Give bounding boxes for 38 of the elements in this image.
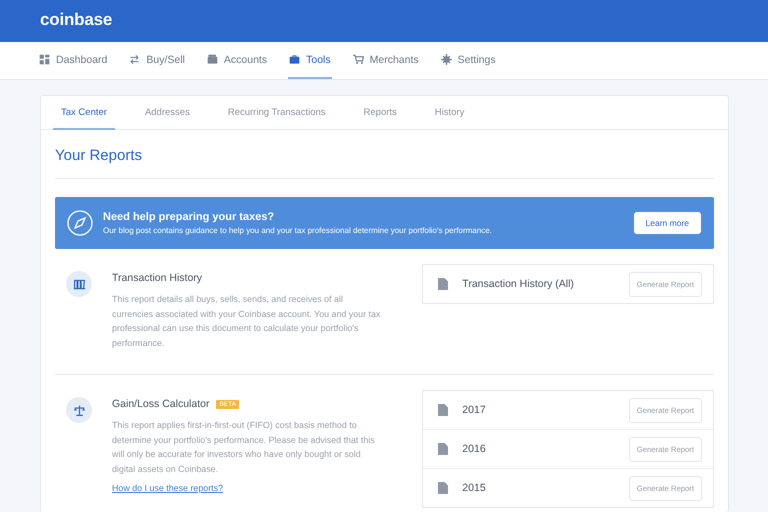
gear-icon: [440, 54, 452, 65]
file-icon: [438, 443, 448, 455]
sub-tab[interactable]: Addresses: [136, 96, 198, 130]
compass-icon: [67, 210, 93, 236]
file-icon: [438, 482, 448, 494]
banner-text: Our blog post contains guidance to help you and your tax professional determine your portfolio's performance.: [103, 226, 493, 235]
logo[interactable]: coinbase: [40, 10, 112, 29]
books-icon: [72, 278, 86, 290]
wallet-icon: [206, 54, 218, 65]
report-name: 2017: [462, 404, 487, 416]
help-link[interactable]: How do I use these reports?: [112, 483, 223, 493]
file-icon: [438, 404, 448, 416]
file-icon: [438, 278, 448, 290]
sub-tab[interactable]: Recurring Transactions: [220, 96, 334, 130]
sub-tab[interactable]: History: [426, 96, 472, 130]
learn-more-button[interactable]: Learn more: [634, 212, 701, 234]
report-name: Transaction History (All): [462, 278, 575, 290]
nav-tab[interactable]: Merchants: [352, 42, 420, 79]
report-description: This report details all buys, sells, sends, and receives of all currencies associated with your Coinbase account. You and your tax professional can use this document to calculate your portfolio's performance.: [112, 293, 382, 350]
report-title: Gain/Loss Calculator: [112, 398, 210, 410]
report-title: Transaction History: [112, 272, 202, 284]
banner-title: Need help preparing your taxes?: [103, 211, 276, 223]
sub-tab[interactable]: Tax Center: [53, 96, 115, 130]
report-description: This report applies first-in-first-out (FIFO) cost basis method to determine your portfolio's performance. Please be advised that this will only be accurate for investors who have only bought or sold digital assets on Coinbase.: [112, 419, 376, 476]
nav-tab[interactable]: Buy/Sell: [128, 42, 186, 79]
scale-icon: [72, 404, 86, 416]
cart-icon: [352, 54, 364, 65]
nav-tab[interactable]: Accounts: [206, 42, 268, 79]
nav-tab[interactable]: Settings: [440, 42, 497, 79]
nav-tab[interactable]: Tools: [288, 42, 332, 79]
report-name: 2015: [462, 482, 487, 494]
report-name: 2016: [462, 443, 487, 455]
grid-icon: [39, 54, 50, 65]
page-heading: Your Reports: [54, 146, 143, 166]
nav-tab[interactable]: Dashboard: [38, 42, 108, 79]
briefcase-icon: [289, 54, 300, 65]
swap-icon: [129, 54, 140, 65]
sub-tab[interactable]: Reports: [356, 96, 405, 130]
